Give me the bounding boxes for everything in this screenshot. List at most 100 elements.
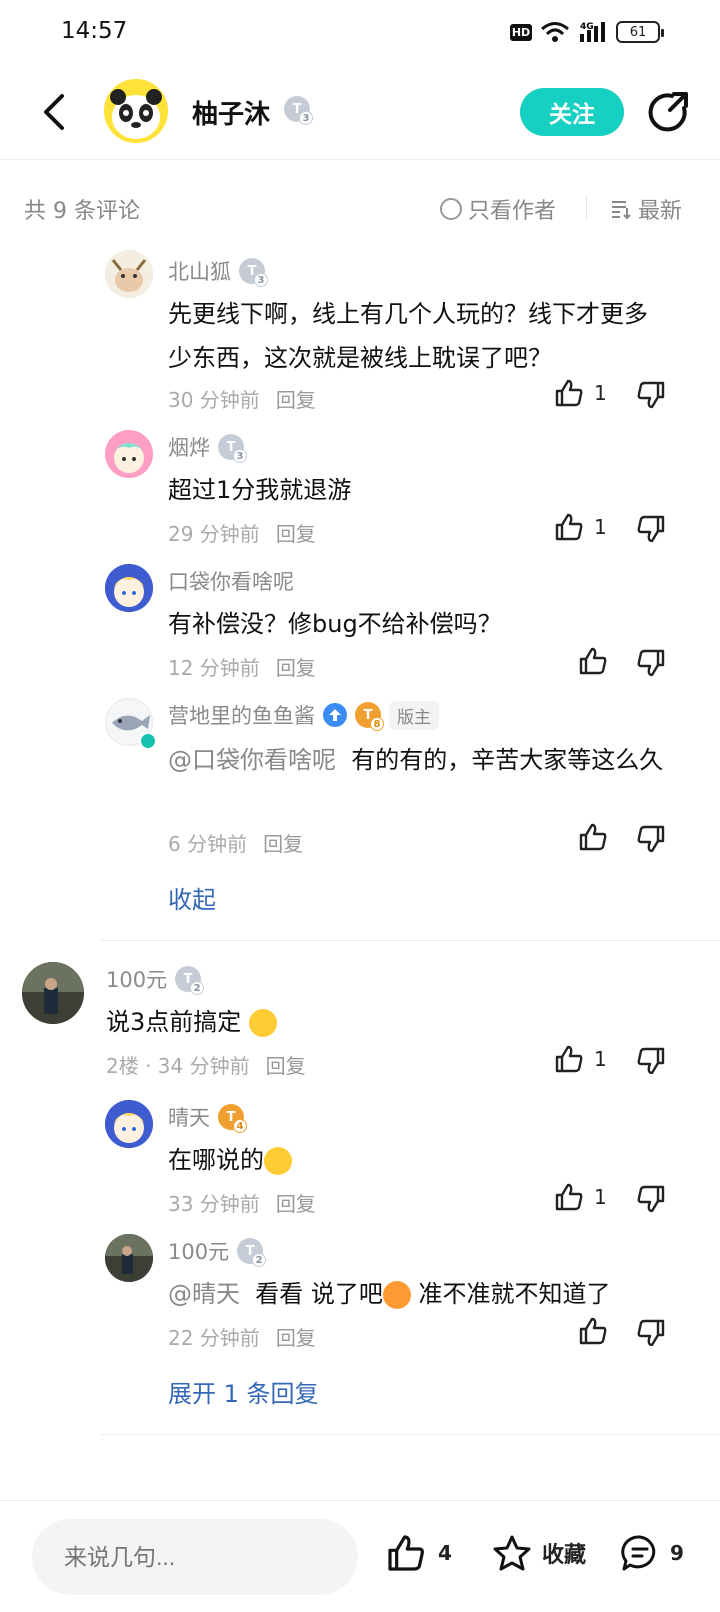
battery-icon: 61	[616, 21, 664, 43]
favorite-button[interactable]: 收藏	[492, 1533, 586, 1573]
divider	[100, 1434, 720, 1435]
emoji-icon	[248, 1009, 277, 1037]
comment-text: 先更线下啊，线上有几个人玩的？线下才更多少东西，这次就是被线上耽误了吧？	[168, 300, 648, 372]
star-icon	[493, 1535, 531, 1571]
wifi-icon	[541, 22, 569, 42]
mention-link[interactable]: @口袋你看啥呢	[168, 746, 336, 774]
reply-button[interactable]: 回复	[276, 522, 316, 546]
like-button[interactable]	[578, 822, 608, 852]
author-only-toggle[interactable]: 只看作者	[440, 193, 556, 225]
thumbs-up-icon	[555, 1045, 583, 1073]
comment-meta: 6 分钟前 回复	[168, 832, 304, 856]
moderator-badge: 版主	[389, 700, 439, 730]
thumbs-up-icon	[388, 1535, 424, 1571]
divider	[586, 195, 587, 219]
like-button[interactable]: 1	[554, 378, 607, 408]
author-name[interactable]: 柚子沐	[192, 94, 270, 131]
status-time: 14:57	[61, 18, 128, 44]
thumbs-down-icon[interactable]	[636, 514, 666, 544]
comments-button[interactable]: 9	[620, 1533, 684, 1573]
network-label: 4G	[580, 22, 594, 32]
mention-link[interactable]: @晴天	[168, 1280, 240, 1308]
back-arrow-icon[interactable]	[36, 92, 76, 132]
like-button[interactable]: 1	[554, 1044, 607, 1074]
expand-replies-link[interactable]: 展开 1 条回复	[168, 1374, 319, 1409]
post-like-count: 4	[438, 1541, 452, 1565]
thumbs-down-icon[interactable]	[636, 648, 666, 678]
username[interactable]: 晴天 T 4	[168, 1102, 247, 1133]
sort-icon	[612, 201, 631, 220]
post-like-button[interactable]: 4	[386, 1533, 452, 1573]
author-only-label: 只看作者	[468, 199, 557, 224]
official-icon	[323, 703, 347, 727]
level-badge-icon: T2	[175, 966, 205, 995]
user-avatar[interactable]	[22, 962, 84, 1024]
username[interactable]: 口袋你看啥呢	[168, 566, 294, 596]
share-icon[interactable]	[646, 90, 690, 134]
thumbs-down-icon[interactable]	[636, 1184, 666, 1214]
reply-button[interactable]: 回复	[276, 1326, 316, 1350]
user-avatar[interactable]	[105, 250, 153, 298]
panda-avatar-image	[104, 79, 168, 143]
like-button[interactable]	[578, 646, 608, 676]
reply-button[interactable]: 回复	[263, 832, 303, 856]
like-count: 1	[594, 1185, 607, 1209]
like-button[interactable]	[578, 1316, 608, 1346]
username[interactable]: 烟烨 T 3	[168, 432, 247, 463]
thumbs-up-icon	[579, 1317, 607, 1345]
comment-text: 说3点前搞定	[106, 1000, 666, 1044]
favorite-label: 收藏	[542, 1543, 587, 1568]
follow-button[interactable]: 关注	[520, 88, 624, 136]
thumbs-up-icon	[579, 823, 607, 851]
like-count: 1	[594, 1047, 607, 1071]
user-avatar[interactable]	[105, 430, 153, 478]
comment-meta: 12 分钟前 回复	[168, 656, 316, 680]
like-count: 1	[594, 381, 607, 405]
user-avatar[interactable]	[105, 1100, 153, 1148]
post-header: 柚子沐 T3 关注	[0, 72, 720, 160]
divider	[100, 940, 720, 941]
sort-button[interactable]: 最新	[610, 193, 682, 225]
comment-text: 超过1分我就退游	[168, 476, 352, 504]
username[interactable]: 北山狐 T 3	[168, 256, 268, 287]
like-button[interactable]: 1	[554, 1182, 607, 1212]
status-bar: 14:57 HD 4G 61	[0, 0, 720, 66]
username[interactable]: 100元 T 2	[168, 1236, 267, 1267]
thumbs-up-icon	[555, 1183, 583, 1211]
level-badge-icon: T3	[239, 258, 268, 287]
level-badge-icon: T3	[284, 96, 313, 125]
reply-button[interactable]: 回复	[276, 388, 316, 412]
reply-button[interactable]: 回复	[266, 1054, 306, 1078]
username[interactable]: 100元 T 2	[106, 964, 205, 995]
thumbs-up-icon	[555, 379, 583, 407]
verified-icon	[139, 732, 157, 750]
user-avatar[interactable]	[105, 564, 153, 612]
thumbs-down-icon[interactable]	[636, 380, 666, 410]
level-badge-icon: T2	[237, 1238, 267, 1267]
thumbs-up-icon	[579, 647, 607, 675]
comment-text: 在哪说的	[168, 1138, 668, 1182]
level-number: 3	[299, 111, 313, 125]
comment-bubble-icon	[621, 1535, 656, 1571]
radio-icon	[440, 198, 462, 220]
user-avatar[interactable]	[105, 1234, 153, 1282]
emoji-icon	[264, 1147, 292, 1175]
comment-meta: 30 分钟前 回复	[168, 388, 316, 412]
comment-input[interactable]	[32, 1519, 358, 1595]
username[interactable]: 营地里的鱼鱼酱 T8 版主	[168, 700, 439, 731]
reply-button[interactable]: 回复	[276, 656, 316, 680]
level-badge-icon: T3	[218, 434, 247, 463]
thumbs-down-icon[interactable]	[636, 1318, 666, 1348]
thumbs-down-icon[interactable]	[636, 1046, 666, 1076]
collapse-link[interactable]: 收起	[168, 880, 216, 915]
status-icons: HD 4G 61	[510, 20, 664, 44]
reply-button[interactable]: 回复	[276, 1192, 316, 1216]
level-badge-icon: T4	[218, 1104, 247, 1133]
comment-meta: 2楼 · 34 分钟前 回复	[106, 1054, 306, 1078]
thumbs-down-icon[interactable]	[636, 824, 666, 854]
like-button[interactable]: 1	[554, 512, 607, 542]
comment-count: 共 9 条评论	[24, 199, 140, 224]
emoji-icon	[382, 1281, 411, 1309]
author-avatar[interactable]	[104, 79, 168, 143]
sort-label: 最新	[638, 199, 683, 224]
